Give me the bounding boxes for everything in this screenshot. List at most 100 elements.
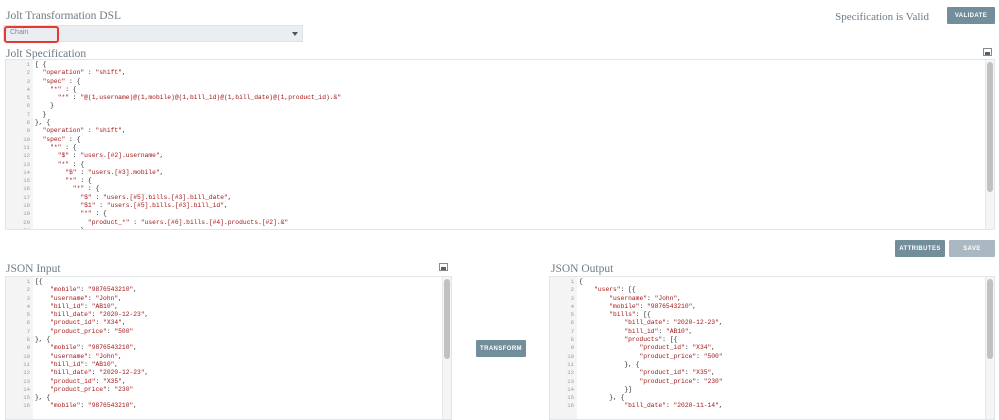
output-title: JSON Output: [551, 263, 614, 275]
code-string: "users.[#2].username": [80, 152, 160, 160]
line-number: 5: [26, 94, 30, 102]
line-number: 15: [23, 177, 30, 185]
code-line: 6 "product_id": "X34",: [6, 319, 441, 327]
code-line: 15 }, {: [550, 394, 984, 402]
code-string: "username": [50, 294, 88, 302]
code-string: "2020-11-14": [673, 402, 719, 410]
line-text: "mobile": "9876543210",: [50, 344, 138, 352]
code-line: 9 "operation" : "shift",: [6, 127, 984, 135]
code-string: "2020-12-23": [673, 319, 719, 327]
code-string: "product_id": [50, 319, 96, 327]
code-string: "products": [624, 336, 663, 344]
spec-scroll-thumb[interactable]: [987, 62, 993, 192]
line-text: }: [35, 227, 84, 229]
transform-button[interactable]: TRANSFORM: [476, 340, 526, 357]
line-number: 16: [23, 185, 30, 193]
code-line: 19 "*" : {: [6, 210, 984, 218]
status-text: Specification is Valid: [835, 11, 929, 23]
line-number: 7: [26, 327, 30, 335]
code-line: 12 "$" : "users.[#2].username",: [6, 152, 984, 160]
code-line: 15}, {: [6, 394, 441, 402]
code-string: "9876543210": [87, 344, 134, 352]
output-editor[interactable]: 1{2 "users": [{3 "username": "John", 4 "m…: [549, 276, 995, 420]
line-number: 19: [23, 210, 30, 218]
code-line: 1{: [550, 278, 984, 286]
input-scroll-thumb[interactable]: [444, 279, 450, 359]
code-line: 8 "products": [{: [550, 336, 984, 344]
line-text: [{: [35, 278, 43, 285]
spec-scrollbar[interactable]: [985, 60, 994, 229]
code-string: "$": [80, 193, 92, 201]
input-editor[interactable]: 1[{2 "mobile": "9876543210", 3 "username"…: [5, 276, 452, 420]
code-string: "X35": [692, 369, 712, 377]
output-scroll-thumb[interactable]: [987, 279, 993, 359]
code-line: 14 "$" : "users.[#3].mobile",: [6, 169, 984, 177]
line-text: [ {: [35, 61, 47, 68]
line-text: "bill_date": "2020-12-23",: [50, 311, 149, 319]
code-string: "users.[#6].bills.[#4].products.[#2].&": [140, 218, 289, 226]
code-line: 2 "operation" : "shift",: [6, 69, 984, 77]
code-line: 5 "*" : "@(1,username)@(1,mobile)@(1,bil…: [6, 94, 984, 102]
line-number: 14: [23, 168, 30, 176]
line-text: "username": "John",: [609, 294, 682, 302]
code-string: "230": [703, 377, 723, 385]
code-line: 9 "mobile": "9876543210",: [6, 344, 441, 352]
line-text: "product_id": "X34",: [639, 344, 716, 352]
code-string: "2020-12-23": [99, 311, 145, 319]
code-string: "*": [72, 185, 85, 193]
code-line: 3 "username": "John",: [550, 295, 984, 303]
line-number: 8: [26, 119, 30, 127]
line-number: 4: [26, 302, 30, 310]
spec-editor[interactable]: 1[ {2 "operation" : "shift", 3 "spec" : {…: [5, 59, 995, 230]
code-line: 11 "bill_id": "AB10",: [6, 361, 441, 369]
attributes-button[interactable]: ATTRIBUTES: [895, 240, 945, 257]
input-scrollbar[interactable]: [442, 277, 451, 419]
line-number: 2: [570, 286, 574, 294]
line-text: "bills": [{: [609, 311, 651, 319]
chevron-down-icon[interactable]: [292, 32, 298, 36]
line-text: "bill_date": "2020-12-23",: [50, 369, 149, 377]
code-line: 21 }: [6, 227, 984, 229]
line-number: 18: [23, 202, 30, 210]
line-number: 6: [26, 319, 30, 327]
line-text: }, {: [35, 119, 51, 127]
code-line: 16 "*" : {: [6, 185, 984, 193]
code-string: "product_price": [639, 377, 697, 385]
save-button[interactable]: SAVE: [949, 240, 995, 257]
code-string: "*": [50, 85, 62, 93]
line-text: "$" : "users.[#2].username",: [57, 152, 164, 160]
line-text: "username": "John",: [50, 352, 122, 360]
code-string: "users.[#5].bills.[#3].bill_id": [106, 202, 224, 210]
code-string: "mobile": [609, 302, 640, 310]
validate-button[interactable]: VALIDATE: [947, 7, 995, 24]
code-string: "mobile": [50, 402, 81, 410]
code-string: "operation": [42, 69, 85, 77]
line-number: 12: [567, 369, 574, 377]
code-line: 2 "users": [{: [550, 286, 984, 294]
expand-icon[interactable]: [983, 48, 992, 56]
code-string: "users": [594, 286, 621, 294]
expand-icon[interactable]: [439, 263, 448, 271]
code-line: 5 "bills": [{: [550, 311, 984, 319]
line-text: "*" : {: [50, 85, 77, 93]
line-number: 8: [570, 336, 574, 344]
code-line: 7 "product_price": "500": [6, 328, 441, 336]
dsl-select[interactable]: Chain: [3, 25, 303, 43]
line-text: "*" : {: [72, 185, 100, 193]
line-number: 13: [567, 377, 574, 385]
line-text: "product_id": "X34",: [50, 319, 126, 327]
code-string: "bill_date": [624, 402, 666, 410]
code-line: 14 "product_price": "230": [6, 386, 441, 394]
line-number: 17: [23, 193, 30, 201]
code-line: 4 "*" : {: [6, 86, 984, 94]
line-number: 11: [23, 360, 30, 368]
code-string: "bill_id": [50, 302, 85, 310]
output-scrollbar[interactable]: [985, 277, 994, 419]
code-string: "John": [95, 294, 119, 302]
line-number: 13: [23, 377, 30, 385]
code-line: 10 "product_price": "500": [550, 353, 984, 361]
line-text: "spec" : {: [42, 77, 81, 85]
code-line: 11 }, {: [550, 361, 984, 369]
code-string: "bill_date": [624, 319, 666, 327]
code-line: 10 "username": "John",: [6, 353, 441, 361]
